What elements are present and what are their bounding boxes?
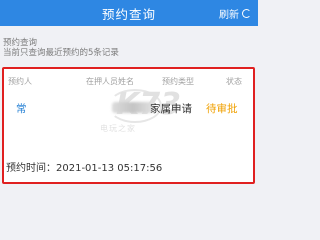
- appointment-card[interactable]: 预约人 在押人员姓名 预约类型 状态 K73 电玩之家 常 家属申请 待审批 预…: [2, 67, 255, 184]
- time-value: 2021-01-13 05:17:56: [56, 163, 163, 174]
- cell-status: 待审批: [206, 103, 238, 115]
- refresh-label: 刷新: [219, 10, 239, 21]
- cell-type: 家属申请: [150, 103, 192, 115]
- watermark-sub: 电玩之家: [100, 124, 136, 133]
- refresh-button[interactable]: 刷新: [219, 6, 251, 21]
- top-bar: 预约查询 刷新: [0, 0, 258, 26]
- cell-person: 常: [16, 103, 27, 115]
- header-person: 预约人: [8, 77, 32, 86]
- appointment-time: 预约时间：2021-01-13 05:17:56: [6, 159, 162, 174]
- detainee-name-redacted: [112, 102, 154, 113]
- refresh-icon: [242, 9, 251, 18]
- header-type: 预约类型: [162, 77, 194, 86]
- header-detainee: 在押人员姓名: [86, 77, 134, 86]
- time-label: 预约时间：: [6, 163, 56, 174]
- header-status: 状态: [226, 77, 242, 86]
- section-hint: 当前只查询最近预约的5条记录: [3, 48, 119, 58]
